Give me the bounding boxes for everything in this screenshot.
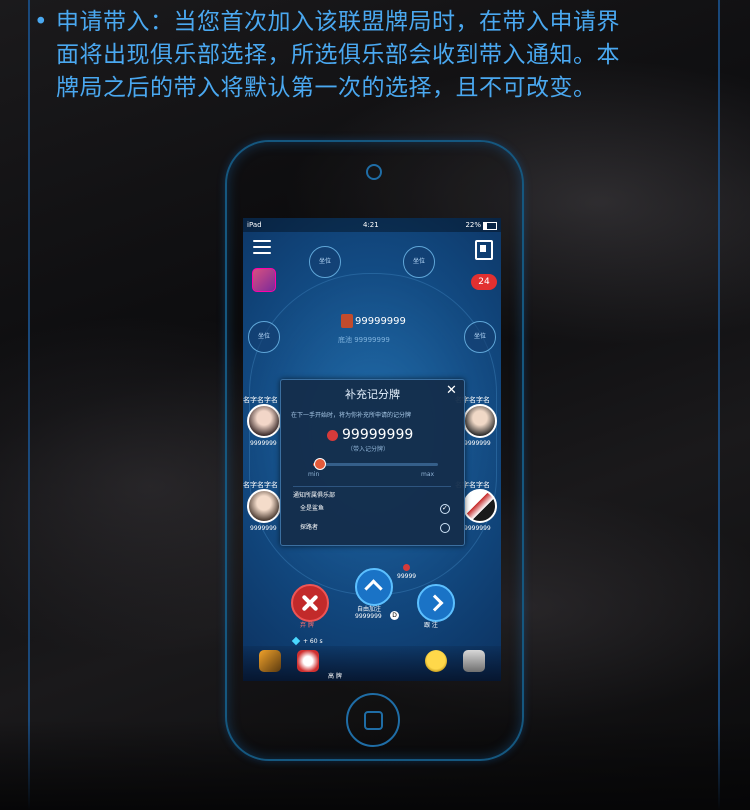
timer-extend-label: + 60 s: [303, 638, 323, 645]
pot-subtitle: 底池 99999999: [338, 336, 390, 344]
home-button[interactable]: [346, 693, 400, 747]
bullet-icon: •: [34, 9, 49, 35]
close-icon[interactable]: ✕: [446, 383, 457, 398]
diamond-icon: [291, 636, 301, 646]
frame-line-left: [28, 0, 30, 810]
club-option-2-radio-icon[interactable]: [440, 523, 450, 533]
menu-icon[interactable]: [253, 240, 271, 254]
club-option-1[interactable]: 全是鲨鱼: [300, 503, 450, 512]
raise-button[interactable]: [355, 568, 393, 606]
club-option-label: 探路者: [300, 524, 319, 531]
player-score-left-1: 9999999: [250, 440, 277, 447]
timer-icon[interactable]: [297, 650, 319, 672]
bet-chip-icon: [403, 564, 410, 571]
pot-amount: 99999999: [355, 316, 406, 327]
player-score-right-2: 9999999: [464, 525, 491, 532]
fold-button[interactable]: [291, 584, 329, 622]
battery-icon: [483, 222, 497, 230]
club-section-header: 通知所属俱乐部: [293, 486, 451, 499]
empty-seat-right[interactable]: 坐位: [464, 321, 496, 353]
player-avatar-right-1[interactable]: [463, 404, 497, 438]
dialog-title: 补充记分牌: [345, 388, 400, 401]
bet-chip-amount: 99999: [397, 573, 417, 580]
home-square-icon: [364, 711, 383, 730]
game-screen: iPad 4:21 22% 24 坐位 坐位 坐位 坐位 99999999 底池…: [243, 218, 501, 681]
rebuy-dialog: 补充记分牌 ✕ 在下一手开始时，将为你补充所申请的记分牌 99999999 （带…: [280, 379, 465, 546]
slider-min-label: min: [308, 471, 320, 478]
club-option-2[interactable]: 探路者: [300, 522, 450, 531]
club-option-label: 全是鲨鱼: [300, 505, 325, 512]
intro-line-2: 面将出现俱乐部选择，所选俱乐部会收到带入通知。本: [56, 42, 620, 68]
slider-max-label: max: [421, 471, 435, 478]
empty-seat-left[interactable]: 坐位: [248, 321, 280, 353]
pot-chips-icon: [341, 314, 353, 328]
frame-line-right: [718, 0, 720, 810]
status-bar: iPad 4:21 22%: [243, 218, 501, 232]
intro-line-1: 申请带入：当您首次加入该联盟牌局时，在带入申请界: [56, 9, 620, 35]
empty-seat-top-right[interactable]: 坐位: [403, 246, 435, 278]
player-avatar-left-1[interactable]: [247, 404, 281, 438]
chip-icon: [327, 430, 338, 441]
call-button[interactable]: [417, 584, 455, 622]
status-battery-text: 22%: [465, 221, 481, 229]
intro-line-3: 牌局之后的带入将默认第一次的选择，且不可改变。: [56, 75, 597, 101]
amount-slider[interactable]: [313, 463, 438, 466]
emoji-icon[interactable]: [425, 650, 447, 672]
status-carrier: iPad: [247, 221, 262, 229]
fold-label: 弃 牌: [300, 622, 314, 629]
amount-slider-handle[interactable]: [314, 458, 327, 470]
cards-history-icon[interactable]: [259, 650, 281, 672]
hand-rank-label: 高 牌: [328, 673, 342, 680]
empty-seat-top-left[interactable]: 坐位: [309, 246, 341, 278]
intro-text: • 申请带入：当您首次加入该联盟牌局时，在带入申请界 面将出现俱乐部选择，所选俱…: [34, 6, 736, 105]
raise-label: 自由加注: [357, 606, 382, 613]
player-avatar-right-2[interactable]: [463, 489, 497, 523]
dialog-amount: 99999999: [342, 427, 414, 443]
call-label: 跟 注: [424, 622, 438, 629]
status-time: 4:21: [363, 221, 379, 229]
player-score-left-2: 9999999: [250, 525, 277, 532]
notification-badge[interactable]: 24: [471, 274, 497, 290]
player-avatar-left-2[interactable]: [247, 489, 281, 523]
cards-icon[interactable]: [475, 240, 493, 260]
dialog-amount-subtitle: （带入记分牌）: [347, 446, 390, 453]
microphone-icon[interactable]: [463, 650, 485, 672]
page: • 申请带入：当您首次加入该联盟牌局时，在带入申请界 面将出现俱乐部选择，所选俱…: [0, 0, 750, 810]
club-option-1-check-icon[interactable]: ✓: [440, 504, 450, 514]
player-score-right-1: 9999999: [464, 440, 491, 447]
camera-icon: [366, 164, 382, 180]
club-logo-icon[interactable]: [252, 268, 276, 292]
dealer-button-icon: D: [390, 611, 399, 620]
raise-amount: 9999999: [355, 613, 382, 620]
dialog-description: 在下一手开始时，将为你补充所申请的记分牌: [291, 412, 412, 419]
